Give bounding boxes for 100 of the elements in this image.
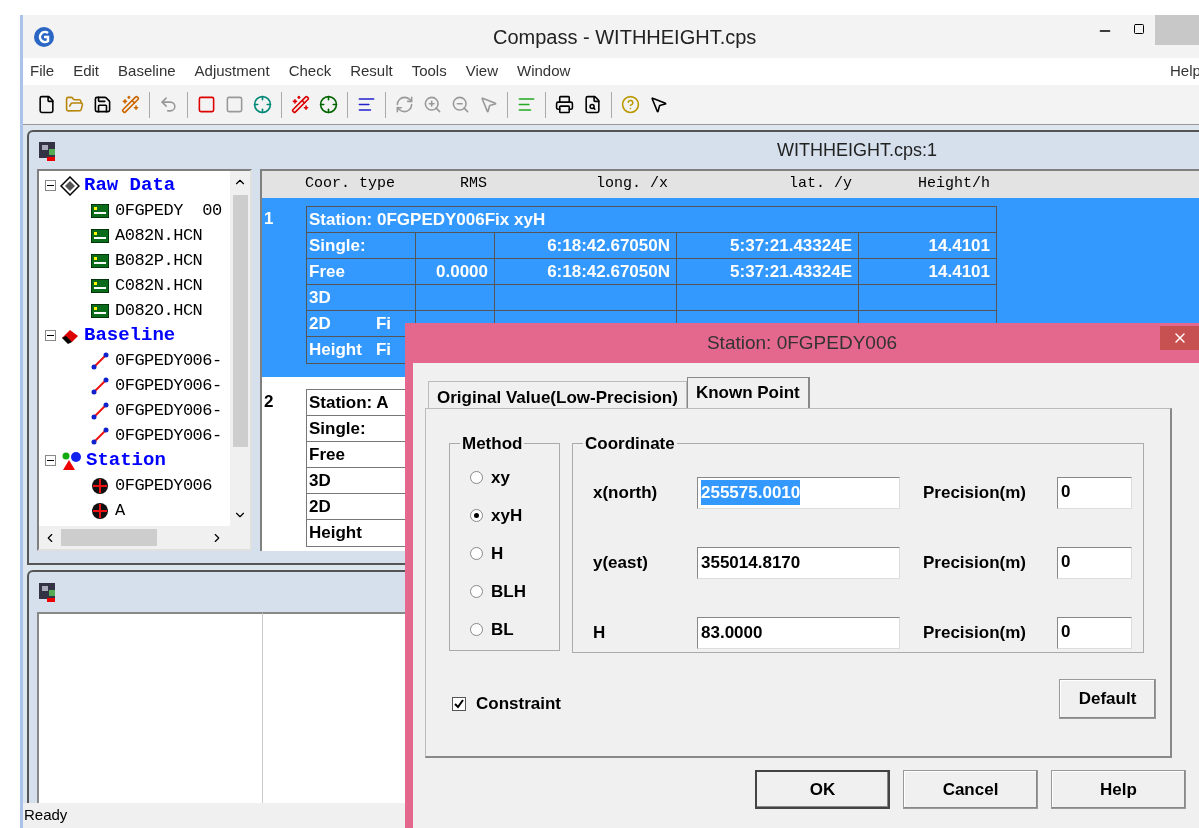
menu-item[interactable]: Adjustment <box>194 60 270 83</box>
help-icon[interactable] <box>621 95 640 114</box>
menu-item[interactable]: Window <box>516 60 571 83</box>
window-title: Compass - WITHHEIGHT.cps <box>493 24 757 50</box>
tree-item[interactable]: C082N.HCN <box>115 272 203 299</box>
radio-button[interactable] <box>470 547 483 560</box>
new-file-icon[interactable] <box>37 95 56 114</box>
collapse-toggle[interactable] <box>45 330 56 341</box>
group-label: Coordinate <box>584 433 676 455</box>
input-field[interactable]: 0 <box>1057 546 1132 579</box>
table-cell: Single: <box>307 233 416 258</box>
radio-label: H <box>491 542 504 565</box>
tree-group[interactable]: Baseline <box>84 321 176 350</box>
receiver-icon <box>91 278 109 293</box>
field-label: Precision(m) <box>923 551 1027 574</box>
field-label: x(north) <box>593 481 659 504</box>
input-field[interactable]: 0 <box>1057 616 1132 649</box>
field-label: Precision(m) <box>923 481 1027 504</box>
input-field[interactable]: 0 <box>1057 476 1132 509</box>
station-icon <box>91 476 109 495</box>
vertical-scrollbar[interactable] <box>230 171 250 526</box>
cell-note: Fi <box>375 312 392 335</box>
column-header[interactable]: Height/h <box>852 173 990 196</box>
receiver-icon <box>91 203 109 218</box>
radio-button[interactable] <box>470 509 483 522</box>
menu-item[interactable]: Baseline <box>118 60 176 83</box>
tree-item[interactable]: 0FGPEDY006- <box>115 347 222 374</box>
column-header[interactable]: lat. /y <box>668 173 852 196</box>
radio-button[interactable] <box>470 585 483 598</box>
radio-button[interactable] <box>470 471 483 484</box>
printer-icon[interactable] <box>555 95 574 114</box>
menu-item[interactable]: View <box>465 60 498 83</box>
scroll-thumb[interactable] <box>61 529 157 546</box>
receiver-icon <box>91 253 109 268</box>
checkbox-label: Constraint <box>476 693 561 716</box>
tree-item[interactable]: A082N.HCN <box>115 222 203 249</box>
column-header[interactable]: RMS <box>415 173 487 196</box>
menu-item[interactable]: Check <box>288 60 332 83</box>
dialog-tab[interactable]: Known Point <box>686 377 810 408</box>
dialog-button[interactable]: Default <box>1059 679 1156 719</box>
target-icon[interactable] <box>319 95 338 114</box>
table-cell: 6:18:42.67050N <box>495 259 677 284</box>
station-icon <box>91 501 109 520</box>
tree-item[interactable]: 0FGPEDY006- <box>115 372 222 399</box>
tree-item[interactable]: 0FGPEDY 00 <box>115 197 222 224</box>
minus-icon <box>47 332 54 339</box>
refresh-icon[interactable] <box>395 95 414 114</box>
menu-item[interactable]: Result <box>350 60 393 83</box>
dialog-tab[interactable]: Original Value(Low-Precision) <box>428 381 687 408</box>
tree-item[interactable]: 0FGPEDY006 <box>115 472 213 499</box>
zoom-out-icon[interactable] <box>451 95 470 114</box>
menu-item[interactable]: File <box>30 60 55 83</box>
diamond-icon <box>60 175 80 196</box>
tree-item[interactable]: 0FGPEDY006- <box>115 422 222 449</box>
radio-label: BL <box>491 618 514 641</box>
list-icon[interactable] <box>357 95 376 114</box>
checkbox[interactable] <box>452 697 466 711</box>
radio-button[interactable] <box>470 623 483 636</box>
app-logo-icon <box>33 25 55 48</box>
record-number: 2 <box>263 391 275 413</box>
tree-item[interactable]: B082P.HCN <box>115 247 203 274</box>
field-label: H <box>593 621 607 644</box>
table-cell: 3D <box>307 285 416 310</box>
table-cell: 5:37:21.43324E <box>677 259 859 284</box>
save-icon[interactable] <box>93 95 112 114</box>
folder-icon[interactable] <box>65 95 84 114</box>
dialog-button[interactable]: Help <box>1051 770 1186 809</box>
radio-label: BLH <box>491 580 526 603</box>
horizontal-scrollbar[interactable] <box>39 526 250 549</box>
scroll-thumb[interactable] <box>232 195 248 447</box>
record-number: 1 <box>263 208 275 230</box>
radio-label: xyH <box>491 504 523 527</box>
table-cell: 0.0000 <box>416 259 495 284</box>
table-cell-text: 14.4101 <box>927 234 991 257</box>
wand-icon[interactable] <box>121 95 140 114</box>
column-header[interactable]: long. /x <box>487 173 668 196</box>
menu-item[interactable]: Edit <box>73 60 100 83</box>
dialog-button[interactable]: OK <box>755 770 890 809</box>
context-help-icon[interactable] <box>649 95 668 114</box>
dialog-button[interactable]: Cancel <box>903 770 1038 809</box>
column-header[interactable]: Coor. type <box>305 173 415 196</box>
field-label: y(east) <box>593 551 649 574</box>
tree-item[interactable]: 0FGPEDY006- <box>115 397 222 424</box>
maximize-icon[interactable] <box>1133 23 1145 35</box>
menu-item[interactable]: Tools <box>411 60 447 83</box>
baseline-icon <box>91 376 109 395</box>
zoom-in-icon[interactable] <box>423 95 442 114</box>
tree-group[interactable]: Raw Data <box>84 171 176 200</box>
print-preview-icon[interactable] <box>583 95 602 114</box>
collapse-toggle[interactable] <box>45 455 56 466</box>
tree-item[interactable]: A <box>115 497 125 524</box>
table-cell: 6:18:42.67050N <box>495 233 677 258</box>
collapse-toggle[interactable] <box>45 180 56 191</box>
input-field[interactable]: 355014.8170 <box>697 546 900 579</box>
tree-item[interactable]: D082O.HCN <box>115 297 203 324</box>
minus-icon <box>47 182 54 189</box>
undo-icon[interactable] <box>159 95 178 114</box>
input-field[interactable]: 83.0000 <box>697 616 900 649</box>
close-button[interactable] <box>1160 326 1199 350</box>
tree-group[interactable]: Station <box>86 446 166 475</box>
